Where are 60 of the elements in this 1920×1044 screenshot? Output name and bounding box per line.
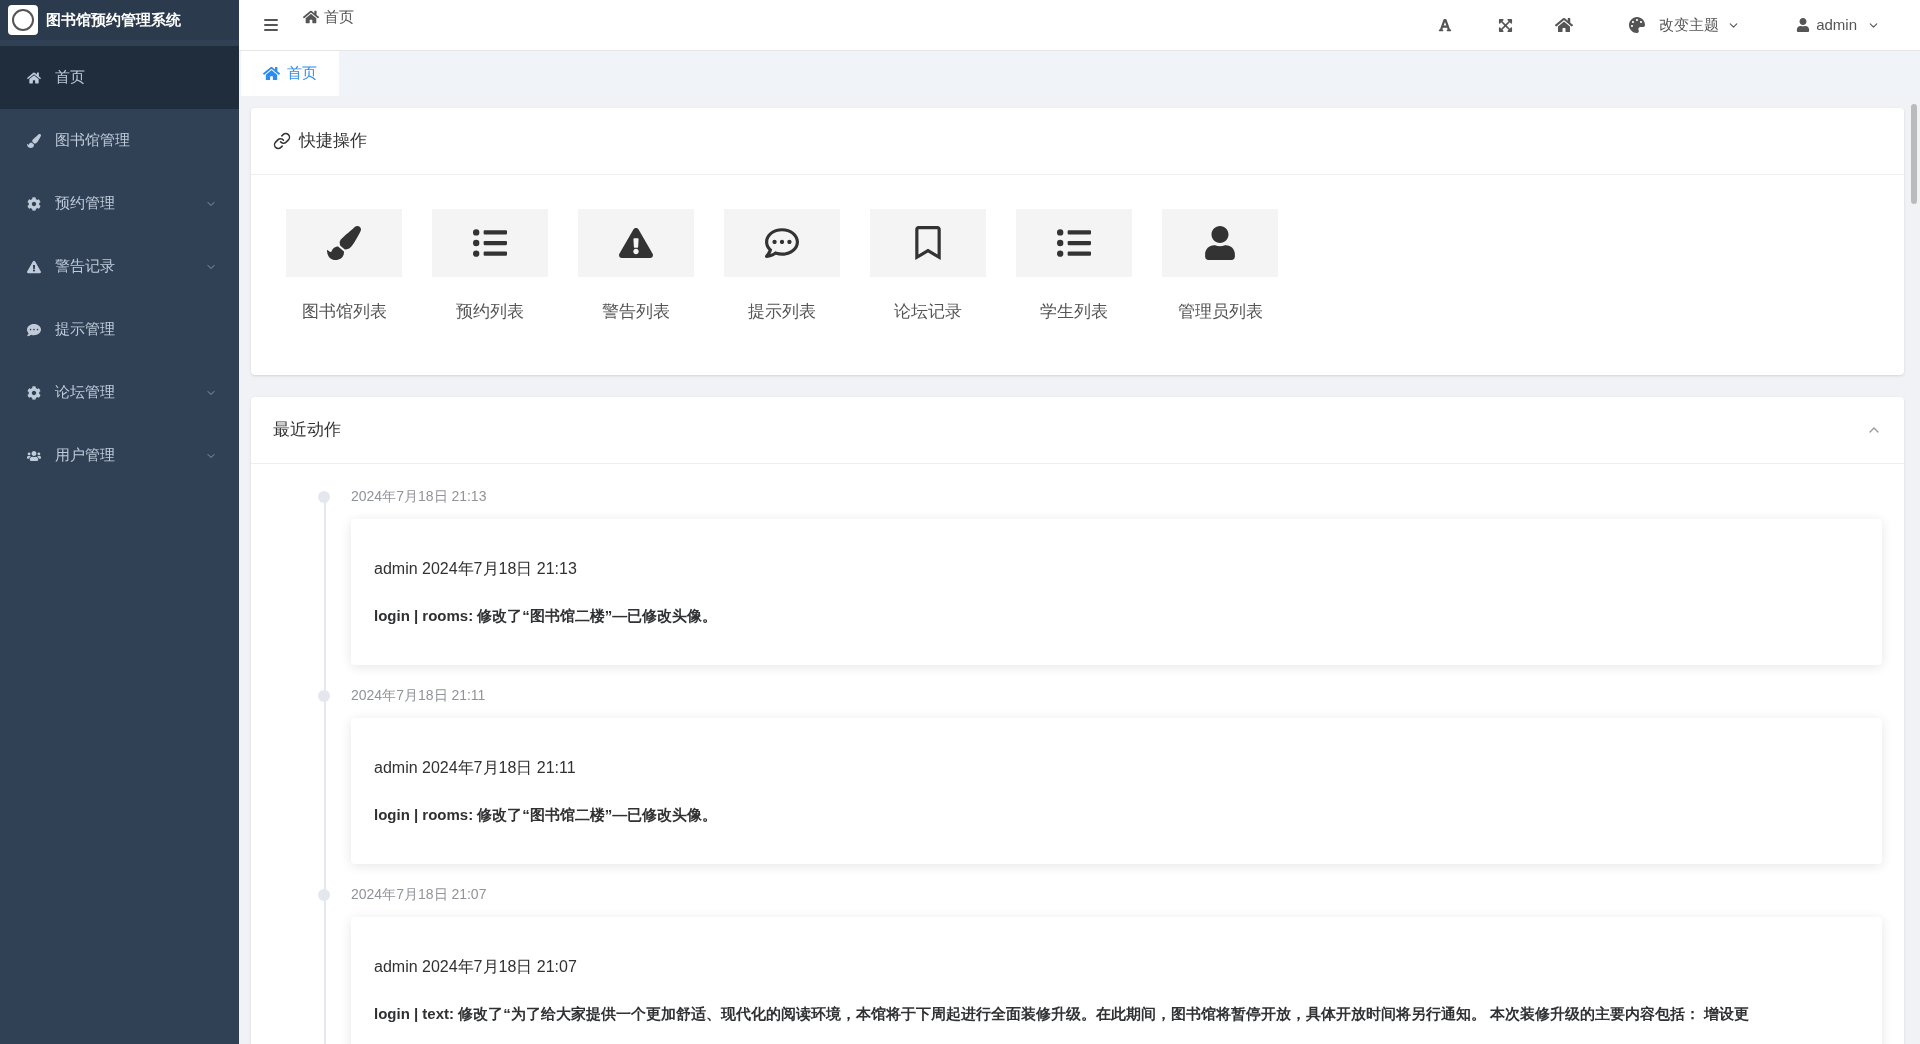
sidebar-item[interactable]: 用户管理 [0,424,239,487]
card-title: 最近动作 [273,418,342,441]
speech-bubble-icon [27,322,41,337]
user-icon [1203,226,1237,260]
quick-action-tile[interactable] [870,209,986,277]
timeline-timestamp: 2024年7月18日 21:13 [351,486,488,506]
logo-icon [8,5,38,35]
theme-button[interactable]: 改变主题 [1629,13,1741,37]
speech-bubble-icon [765,226,799,260]
quick-action-label[interactable]: 管理员列表 [1177,299,1263,325]
sidebar-item[interactable]: 警告记录 [0,235,239,298]
warning-icon [619,226,653,260]
user-menu[interactable]: admin [1796,13,1880,37]
palette-icon [1629,17,1646,33]
paintbrush-icon [327,226,361,260]
sidebar-item[interactable]: 首页 [0,46,239,109]
activity-header: admin 2024年7月18日 21:07 [374,956,578,977]
card-title: 快捷操作 [299,130,367,153]
quick-action-label[interactable]: 提示列表 [748,299,816,325]
quick-action-label[interactable]: 论坛记录 [894,299,962,325]
app-title: 图书馆预约管理系统 [46,9,181,30]
list-icon [1057,226,1091,260]
quick-action-tile[interactable] [1016,209,1132,277]
sidebar-item[interactable]: 图书馆管理 [0,109,239,172]
fullscreen-icon[interactable] [1498,17,1514,33]
sidebar-item[interactable]: 提示管理 [0,298,239,361]
user-icon [1796,18,1811,32]
sidebar-item[interactable]: 论坛管理 [0,361,239,424]
activity-text: login | rooms: 修改了“图书馆二楼”—已修改头像。 [374,804,719,825]
users-icon [27,448,41,463]
quick-action-tile[interactable] [1162,209,1278,277]
home-icon [303,9,319,25]
home-icon[interactable] [1555,16,1574,34]
quick-action-tile[interactable] [724,209,840,277]
link-icon [273,132,291,150]
gear-icon [27,196,41,211]
paintbrush-icon [27,133,41,148]
activity-text: login | text: 修改了“为了给大家提供一个更加舒适、现代化的阅读环境，本馆将于下周起进行全面装修升级。在此期间，图书馆将暂停开放，具体开放时间将另行通知。 本次装修升级的主要内容包括： 增设更 [374,1003,1751,1024]
gear-icon [27,385,41,400]
quick-action-label[interactable]: 警告列表 [602,299,670,325]
timeline-timestamp: 2024年7月18日 21:07 [351,884,488,904]
quick-action-tile[interactable] [432,209,548,277]
quick-action-tile[interactable] [286,209,402,277]
quick-action-label[interactable]: 学生列表 [1040,299,1108,325]
scrollbar-thumb[interactable] [1911,104,1917,204]
quick-action-label[interactable]: 图书馆列表 [301,299,387,325]
home-icon [27,70,41,85]
tab[interactable]: 首页 [241,51,339,96]
timeline-timestamp: 2024年7月18日 21:11 [351,685,487,705]
activity-header: admin 2024年7月18日 21:11 [374,757,577,778]
list-icon [473,226,507,260]
sidebar-item[interactable]: 预约管理 [0,172,239,235]
quick-action-label[interactable]: 预约列表 [456,299,524,325]
breadcrumb[interactable]: 首页 [324,5,354,29]
home-icon [263,65,280,82]
warning-icon [27,259,41,274]
activity-text: login | rooms: 修改了“图书馆二楼”—已修改头像。 [374,605,719,626]
activity-header: admin 2024年7月18日 21:13 [374,558,578,579]
quick-action-tile[interactable] [578,209,694,277]
font-size-icon[interactable] [1438,18,1453,32]
